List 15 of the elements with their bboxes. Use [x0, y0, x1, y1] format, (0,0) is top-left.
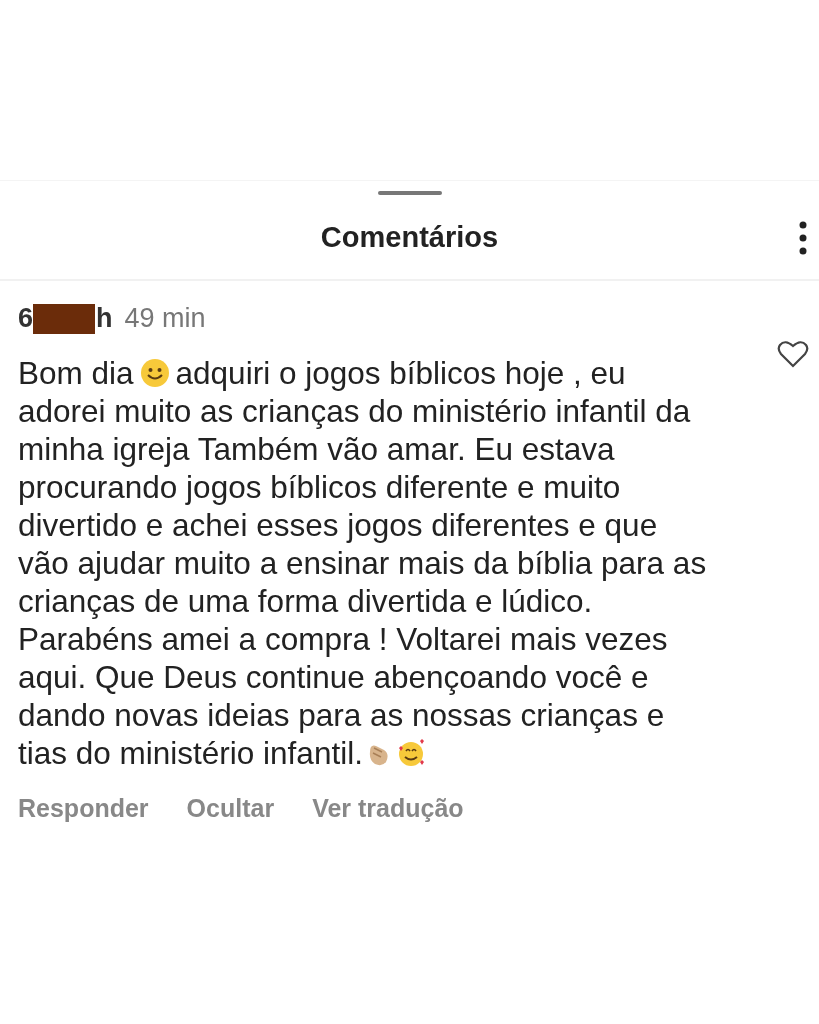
drag-handle[interactable] [377, 191, 442, 195]
smiley-icon [139, 358, 170, 388]
sheet-title: Comentários [320, 220, 499, 254]
username[interactable]: h [96, 303, 113, 334]
redaction-bar [33, 303, 96, 334]
username[interactable]: 6 [18, 303, 34, 334]
more-options-icon[interactable] [799, 221, 807, 255]
comment-text: Bom dia [18, 354, 134, 392]
comment-text: tias do ministério infantil. [18, 734, 363, 772]
comment-text: adquiri o jogos bíblicos hoje , eu [175, 354, 626, 392]
comment-action-link[interactable]: Ver tradução [312, 794, 464, 823]
comment-action-link[interactable]: Ocultar [186, 794, 275, 823]
comment-action-link[interactable]: Responder [18, 794, 149, 823]
heart-icon[interactable] [777, 339, 809, 369]
comment-time: 49 min [124, 303, 206, 334]
